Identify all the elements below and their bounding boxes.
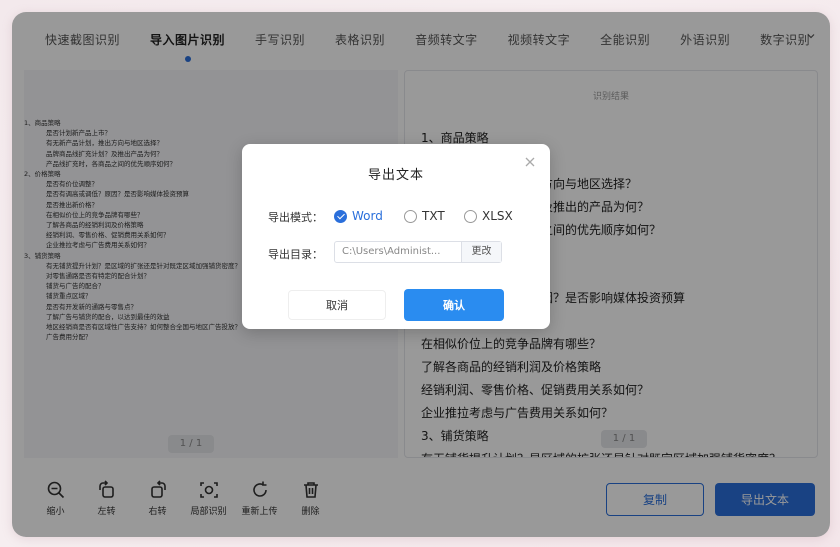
export-dialog: 导出文本 导出模式： Word TXT XLSX 导出目录： C:\Users\…: [242, 144, 550, 329]
radio-txt-label: TXT: [422, 209, 445, 223]
export-mode-label: 导出模式：: [268, 211, 323, 224]
dialog-title: 导出文本: [367, 168, 424, 183]
close-icon[interactable]: [522, 154, 538, 170]
export-dir-input[interactable]: C:\Users\Administ...: [335, 242, 461, 262]
radio-unchecked-icon: [404, 209, 417, 223]
radio-word-label: Word: [352, 209, 383, 223]
radio-checked-icon: [334, 209, 347, 223]
radio-xlsx-label: XLSX: [482, 209, 513, 223]
radio-word[interactable]: Word: [334, 208, 383, 224]
cancel-button[interactable]: 取消: [288, 290, 386, 320]
confirm-button[interactable]: 确认: [404, 289, 504, 321]
radio-unchecked-icon: [464, 209, 477, 223]
radio-txt[interactable]: TXT: [404, 208, 445, 224]
app-window: 快速截图识别 导入图片识别 手写识别 表格识别 音频转文字 视频转文字 全能识别…: [12, 12, 830, 537]
change-dir-button[interactable]: 更改: [461, 242, 501, 262]
export-dir-label: 导出目录：: [268, 248, 323, 261]
radio-xlsx[interactable]: XLSX: [464, 208, 513, 224]
export-dir-field: C:\Users\Administ... 更改: [334, 241, 502, 263]
